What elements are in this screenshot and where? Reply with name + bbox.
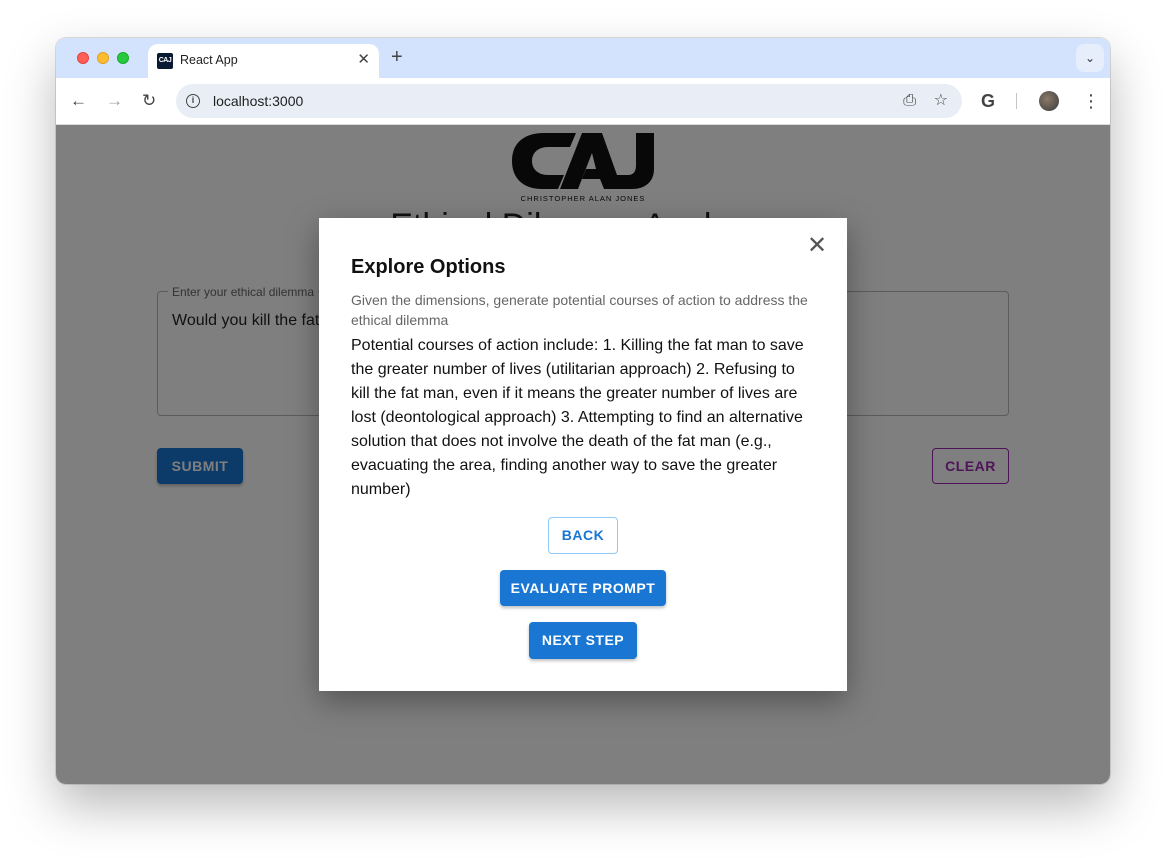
bookmark-star-icon[interactable]: ☆	[934, 91, 948, 111]
page-content: CHRISTOPHER ALAN JONES Ethical Dilemma A…	[56, 125, 1110, 784]
url-text[interactable]: localhost:3000	[213, 93, 303, 109]
dialog-title: Explore Options	[351, 256, 506, 278]
site-info-icon[interactable]: i	[186, 94, 200, 108]
tab-react-app[interactable]: CAJ React App ✕	[148, 44, 379, 78]
tab-search-icon[interactable]: ⌄	[1076, 44, 1104, 72]
dialog-subtitle: Given the dimensions, generate potential…	[351, 292, 808, 328]
back-button[interactable]: BACK	[548, 517, 618, 554]
address-bar[interactable]: i localhost:3000 ⎙ ☆	[176, 84, 962, 118]
close-window-button[interactable]	[77, 52, 89, 64]
google-icon[interactable]: G	[981, 90, 995, 112]
reload-icon[interactable]: ↻	[142, 90, 156, 112]
close-icon[interactable]: ✕	[807, 234, 827, 258]
new-tab-icon[interactable]: +	[391, 46, 403, 68]
browser-window: CAJ React App ✕ + ⌄ ← → ↻ i localhost:30…	[56, 38, 1110, 784]
more-menu-icon[interactable]: ⋮	[1082, 90, 1100, 112]
browser-toolbar: ← → ↻ i localhost:3000 ⎙ ☆ G ⋮	[56, 78, 1110, 125]
next-step-button[interactable]: NEXT STEP	[529, 622, 637, 659]
tab-title: React App	[180, 53, 238, 67]
toolbar-divider	[1016, 93, 1017, 109]
maximize-window-button[interactable]	[117, 52, 129, 64]
profile-avatar[interactable]	[1039, 91, 1059, 111]
forward-arrow-icon[interactable]: →	[106, 90, 123, 112]
back-arrow-icon[interactable]: ←	[70, 90, 87, 112]
minimize-window-button[interactable]	[97, 52, 109, 64]
tab-bar: CAJ React App ✕ + ⌄	[56, 38, 1110, 78]
close-tab-icon[interactable]: ✕	[357, 51, 370, 69]
explore-options-dialog: ✕ Explore Options Given the dimensions, …	[319, 218, 847, 691]
dialog-body-text: Potential courses of action include: 1. …	[351, 337, 804, 498]
evaluate-prompt-button[interactable]: EVALUATE PROMPT	[500, 570, 666, 606]
install-app-icon[interactable]: ⎙	[903, 91, 916, 111]
favicon-icon: CAJ	[157, 53, 173, 69]
